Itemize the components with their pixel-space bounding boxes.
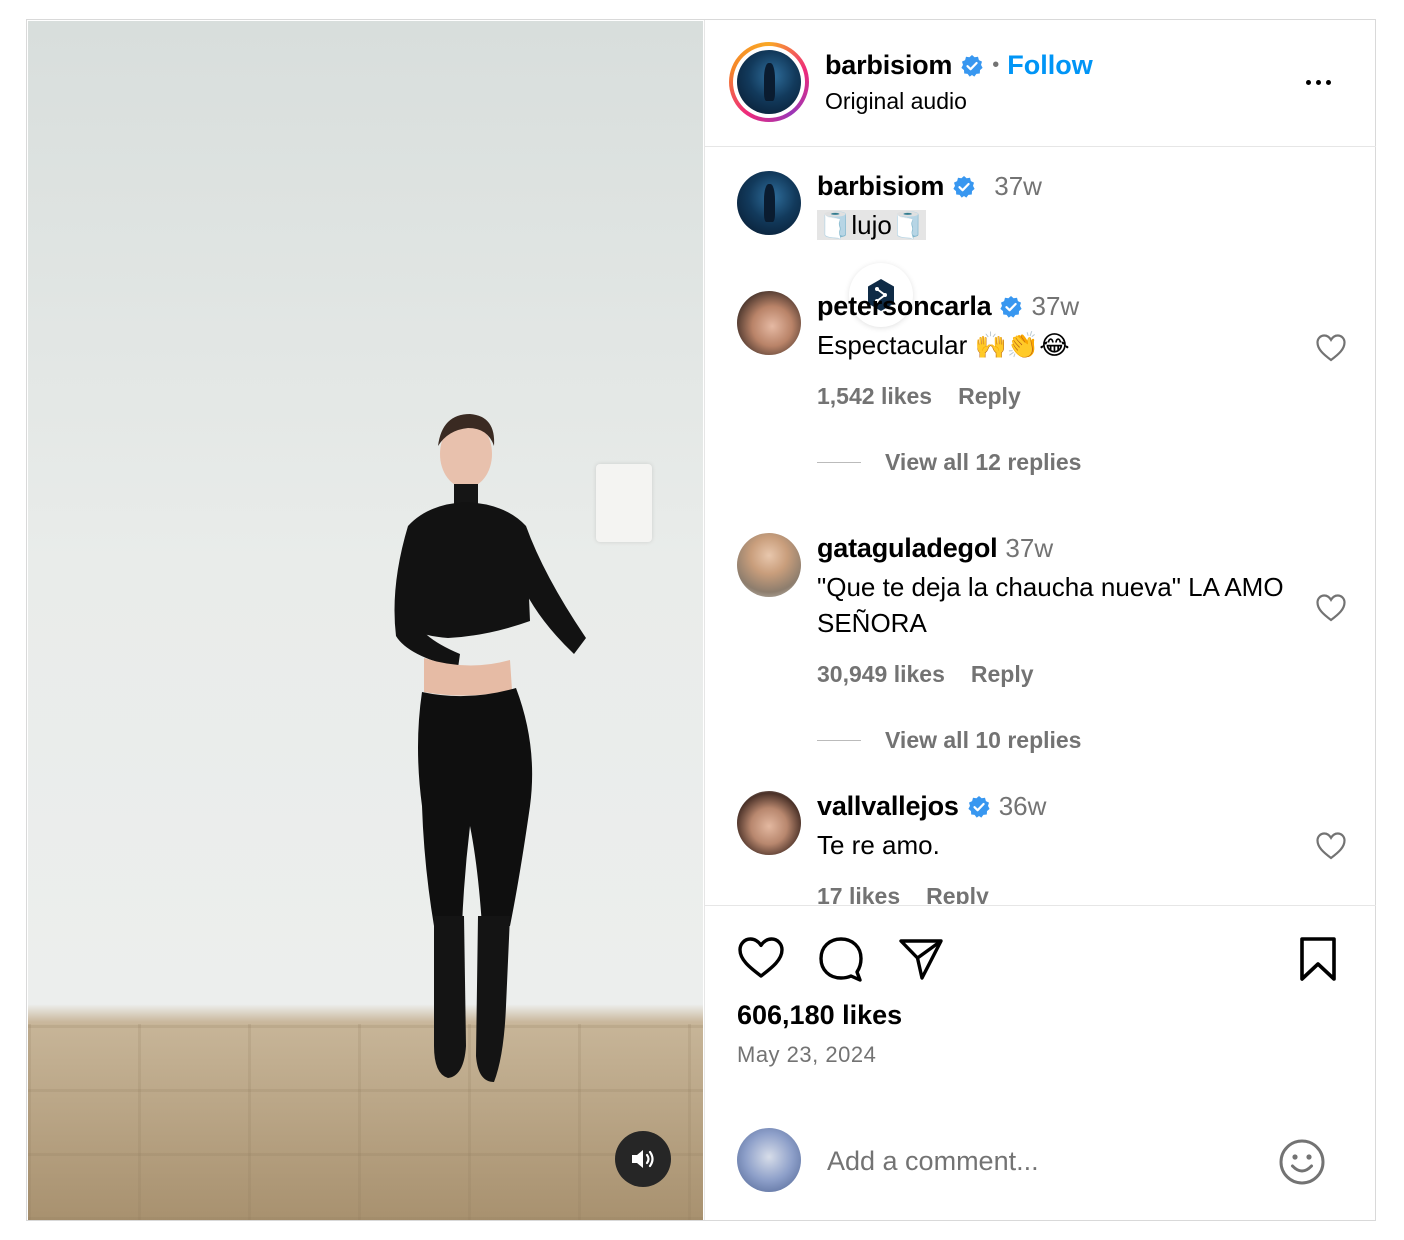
comment-head: vallvallejos 36w bbox=[817, 791, 1046, 822]
wall-fixture bbox=[596, 464, 652, 542]
comment-item: petersoncarla 37w Espectacular 🙌👏😂 1,542… bbox=[737, 291, 1347, 491]
caption-head: barbisiom 37w bbox=[817, 171, 1042, 202]
verified-badge-icon bbox=[953, 175, 975, 198]
verified-badge-icon bbox=[961, 54, 983, 77]
comment-input[interactable] bbox=[825, 1138, 1249, 1184]
comment-item: gataguladegol 37w "Que te deja la chauch… bbox=[737, 533, 1347, 753]
comment-text: Espectacular 🙌👏😂 bbox=[817, 330, 1070, 360]
caption-time[interactable]: 37w bbox=[994, 171, 1042, 202]
comment-time[interactable]: 36w bbox=[999, 791, 1047, 822]
story-ring[interactable] bbox=[729, 42, 809, 122]
comment-meta: 30,949 likes Reply bbox=[817, 661, 1034, 688]
replies-divider bbox=[817, 740, 861, 741]
avatar[interactable] bbox=[737, 291, 801, 355]
view-replies-button[interactable]: View all 12 replies bbox=[817, 449, 1081, 476]
reply-button[interactable]: Reply bbox=[971, 661, 1034, 688]
verified-badge-icon bbox=[1000, 295, 1023, 318]
volume-icon bbox=[632, 1150, 654, 1168]
add-comment-bar bbox=[705, 1126, 1376, 1216]
reply-button[interactable]: Reply bbox=[958, 383, 1021, 410]
emoji-picker-icon[interactable] bbox=[1278, 1138, 1326, 1186]
caption-text-value: 🧻lujo🧻 bbox=[817, 210, 927, 240]
post-header: barbisiom • Follow Original audio bbox=[705, 20, 1376, 147]
comment-item: vallvallejos 36w Te re amo. 17 likes Rep… bbox=[737, 791, 1347, 904]
comment-likes[interactable]: 1,542 likes bbox=[817, 383, 932, 410]
video-player[interactable] bbox=[28, 21, 703, 1220]
avatar[interactable] bbox=[737, 50, 801, 114]
post-side-panel: barbisiom • Follow Original audio barbis… bbox=[704, 20, 1376, 1220]
comment-bubble-icon[interactable] bbox=[817, 936, 865, 982]
comment-username[interactable]: vallvallejos bbox=[817, 791, 959, 822]
comment-meta: 17 likes Reply bbox=[817, 883, 989, 904]
follow-button[interactable]: Follow bbox=[1007, 50, 1092, 81]
comment-time[interactable]: 37w bbox=[1031, 291, 1079, 322]
avatar[interactable] bbox=[737, 791, 801, 855]
caption-row: barbisiom 37w 🧻lujo🧻 bbox=[737, 171, 1347, 327]
comment-text: Te re amo. bbox=[817, 830, 940, 860]
like-comment-heart-icon[interactable] bbox=[1315, 593, 1347, 623]
comment-likes[interactable]: 17 likes bbox=[817, 883, 900, 904]
comment-text: "Que te deja la chaucha nueva" LA AMO SE… bbox=[817, 572, 1284, 638]
comments-section: barbisiom 37w 🧻lujo🧻 petersoncarla 37w E… bbox=[705, 147, 1376, 904]
comment-likes[interactable]: 30,949 likes bbox=[817, 661, 945, 688]
replies-divider bbox=[817, 462, 861, 463]
original-audio-link[interactable]: Original audio bbox=[825, 88, 967, 115]
avatar[interactable] bbox=[737, 533, 801, 597]
caption-username[interactable]: barbisiom bbox=[817, 171, 944, 202]
post-date[interactable]: May 23, 2024 bbox=[737, 1042, 876, 1068]
action-bar: 606,180 likes May 23, 2024 bbox=[705, 905, 1376, 1221]
header-username[interactable]: barbisiom bbox=[825, 50, 952, 81]
avatar bbox=[737, 1128, 801, 1192]
avatar[interactable] bbox=[737, 171, 801, 235]
share-send-icon[interactable] bbox=[897, 936, 945, 982]
more-options-icon[interactable] bbox=[1298, 70, 1338, 94]
likes-count[interactable]: 606,180 likes bbox=[737, 1000, 902, 1031]
comment-meta: 1,542 likes Reply bbox=[817, 383, 1021, 410]
save-bookmark-icon[interactable] bbox=[1298, 936, 1338, 982]
post-container: barbisiom • Follow Original audio barbis… bbox=[26, 19, 1376, 1221]
comment-time[interactable]: 37w bbox=[1005, 533, 1053, 564]
header-separator: • bbox=[992, 54, 1000, 76]
view-replies-button[interactable]: View all 10 replies bbox=[817, 727, 1081, 754]
like-comment-heart-icon[interactable] bbox=[1315, 831, 1347, 861]
story-ring-gap bbox=[733, 46, 805, 118]
comment-head: petersoncarla 37w bbox=[817, 291, 1079, 322]
reply-button[interactable]: Reply bbox=[926, 883, 989, 904]
comment-head: gataguladegol 37w bbox=[817, 533, 1053, 564]
comment-username[interactable]: gataguladegol bbox=[817, 533, 998, 564]
view-replies-label: View all 10 replies bbox=[885, 727, 1082, 753]
comment-username[interactable]: petersoncarla bbox=[817, 291, 992, 322]
sound-toggle-button[interactable] bbox=[615, 1131, 671, 1187]
like-comment-heart-icon[interactable] bbox=[1315, 333, 1347, 363]
person-figure bbox=[394, 414, 586, 1082]
verified-badge-icon bbox=[968, 795, 990, 818]
header-user-line: barbisiom • Follow bbox=[825, 50, 1093, 81]
caption-text: 🧻lujo🧻 bbox=[817, 207, 1277, 243]
like-heart-icon[interactable] bbox=[737, 936, 785, 980]
view-replies-label: View all 12 replies bbox=[885, 449, 1082, 475]
